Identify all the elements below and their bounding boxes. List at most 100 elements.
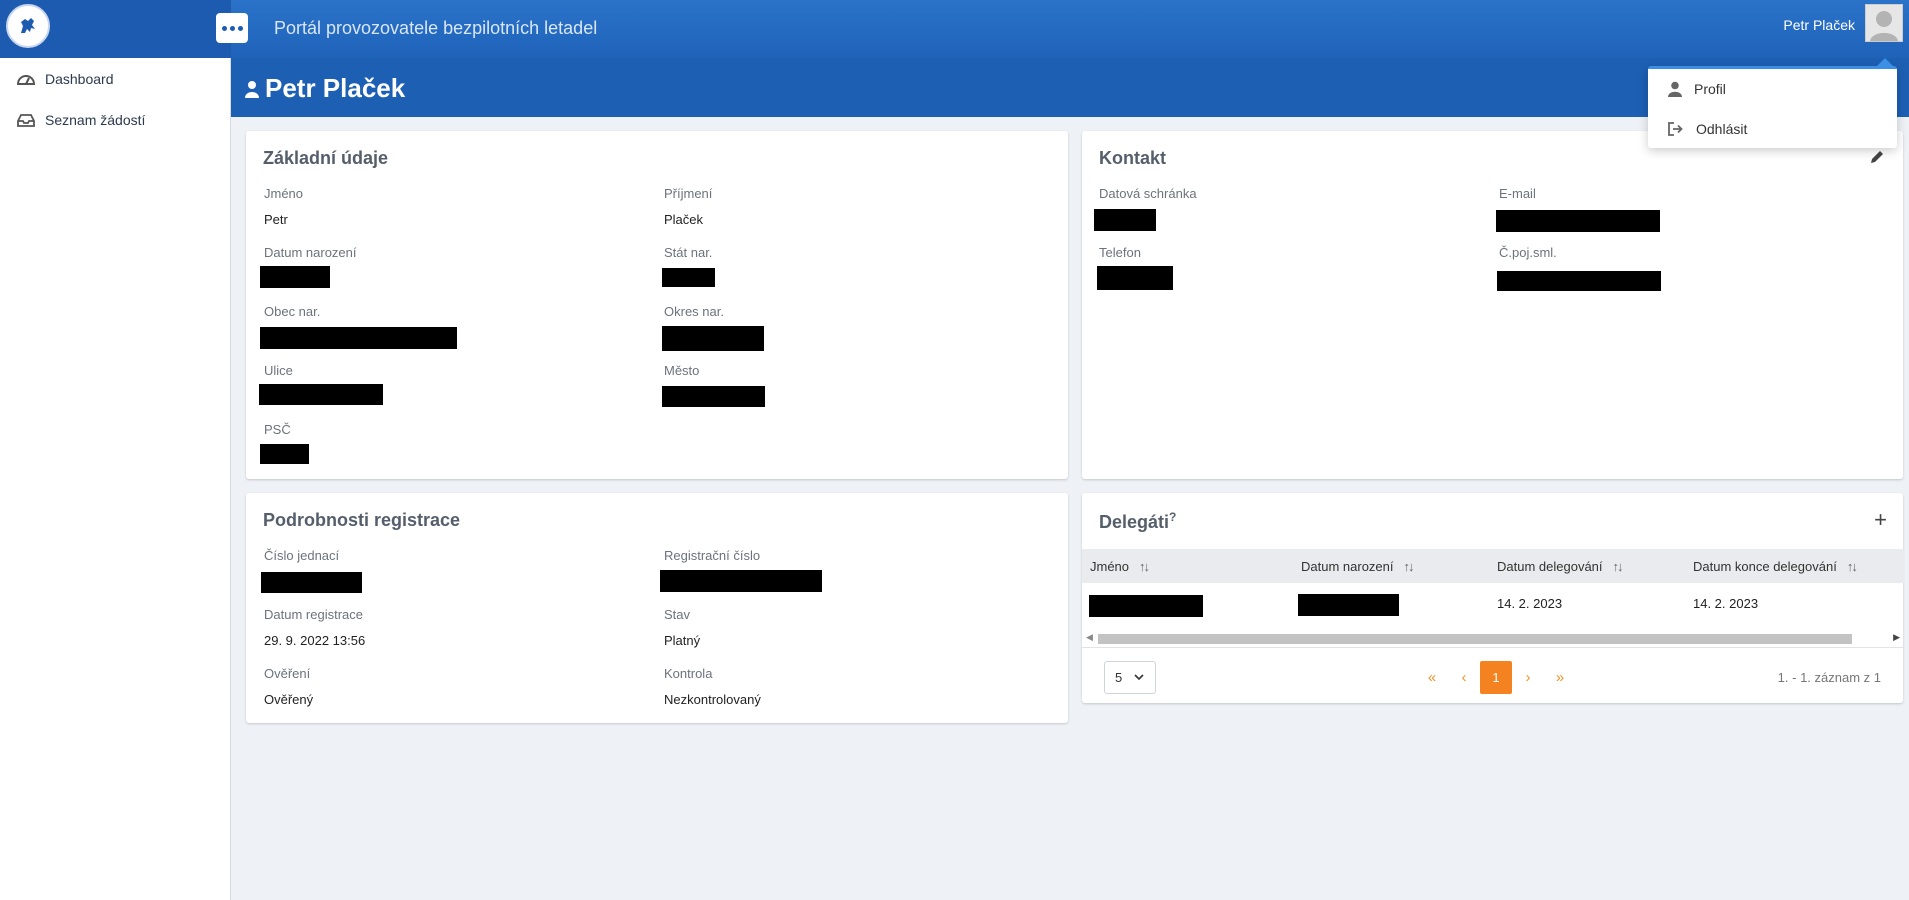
card-title: Podrobnosti registrace [263,510,461,530]
next-page-icon[interactable]: › [1512,661,1544,694]
datum-registrace-value: 29. 9. 2022 13:56 [264,633,366,648]
redacted-value [1094,209,1156,231]
dot-icon [229,25,235,31]
registration-card: Podrobnosti registrace Číslo jednací Reg… [246,493,1068,723]
redacted-value [660,570,822,592]
sidebar: Dashboard Seznam žádostí [0,58,231,900]
redacted-value [1298,594,1399,616]
cislo-jednaci-label: Číslo jednací [264,548,340,563]
obec-label: Obec nar. [264,304,321,319]
card-title: Základní údaje [263,148,389,168]
sidebar-item-label: Dashboard [45,70,114,87]
pagination: « ‹ 1 › » [1416,661,1576,694]
stav-value: Platný [664,633,701,648]
column-header-jmeno[interactable]: Jméno ↑↓ [1090,559,1150,574]
avatar[interactable] [1865,4,1903,42]
pager-info: 1. - 1. záznam z 1 [1777,670,1881,685]
sort-icon[interactable]: ↑↓ [1404,559,1415,574]
sort-icon[interactable]: ↑↓ [1613,559,1624,574]
more-menu-button[interactable] [216,13,248,43]
psc-label: PSČ [264,422,291,437]
ulice-label: Ulice [264,363,293,378]
user-icon [245,80,259,98]
card-title: Delegáti? [1099,510,1176,533]
user-name[interactable]: Petr Plaček [1783,17,1855,33]
sidebar-item-dashboard[interactable]: Dashboard [0,58,230,99]
help-icon[interactable]: ? [1169,510,1176,524]
page-button-current[interactable]: 1 [1480,661,1512,694]
redacted-value [261,572,362,593]
stav-label: Stav [664,607,691,622]
column-header-datum-delegovani[interactable]: Datum delegování ↑↓ [1497,559,1624,574]
redacted-value [259,384,383,405]
logo-area [0,0,231,58]
sort-icon[interactable]: ↑↓ [1139,559,1150,574]
redacted-value [260,327,457,349]
card-title-text: Delegáti [1099,512,1170,532]
card-title: Kontakt [1099,148,1166,168]
scroll-left-icon[interactable]: ◀ [1086,632,1093,643]
inbox-icon [17,113,35,127]
table-cell-datum-delegovani: 14. 2. 2023 [1497,596,1563,611]
redacted-value [662,326,764,351]
page-title-text: Petr Plaček [265,73,406,103]
menu-item-profil[interactable]: Profil [1668,81,1726,97]
scroll-right-icon[interactable]: ▶ [1893,632,1900,643]
app-logo[interactable] [6,4,50,48]
telefon-label: Telefon [1099,245,1141,260]
dot-icon [237,25,243,31]
redacted-value [260,266,330,288]
sidebar-item-label: Seznam žádostí [45,111,146,128]
column-header-datum-konce[interactable]: Datum konce delegování ↑↓ [1693,559,1858,574]
column-label: Datum delegování [1497,559,1603,574]
page-title: Petr Plaček [245,73,405,104]
lion-emblem-icon [21,18,35,33]
add-delegate-button[interactable]: + [1874,509,1887,531]
overeni-label: Ověření [264,666,311,681]
kontrola-value: Nezkontrolovaný [664,692,761,707]
menu-item-label: Profil [1694,81,1726,97]
last-page-icon[interactable]: » [1544,661,1576,694]
horizontal-scrollbar[interactable]: ◀ ▶ [1082,632,1904,644]
app-title: Portál provozovatele bezpilotních letade… [274,18,598,38]
user-silhouette-icon [1870,11,1898,41]
jmeno-label: Jméno [264,186,304,201]
kontrola-label: Kontrola [664,666,713,681]
first-page-icon[interactable]: « [1416,661,1448,694]
page-size-select[interactable]: 5 [1104,661,1156,694]
poj-label: Č.poj.sml. [1499,245,1557,260]
logout-icon [1668,122,1683,136]
table-header: Jméno ↑↓ Datum narození ↑↓ Datum delegov… [1082,549,1904,583]
redacted-value [662,386,765,407]
prev-page-icon[interactable]: ‹ [1448,661,1480,694]
chevron-down-icon [1134,674,1144,681]
divider [1082,647,1904,648]
delegates-card: Delegáti? + Jméno ↑↓ Datum narození ↑↓ D… [1082,493,1904,703]
datum-narozeni-label: Datum narození [264,245,357,260]
top-bar: Portál provozovatele bezpilotních letade… [0,0,1909,58]
user-icon [1668,81,1682,97]
menu-item-label: Odhlásit [1696,121,1748,137]
sort-icon[interactable]: ↑↓ [1847,559,1858,574]
column-label: Datum konce delegování [1693,559,1837,574]
menu-item-odhlasit[interactable]: Odhlásit [1668,121,1747,137]
redacted-value [1496,210,1660,232]
pencil-icon[interactable] [1869,149,1885,165]
scrollbar-thumb[interactable] [1098,634,1852,644]
column-label: Jméno [1090,559,1130,574]
registracni-cislo-label: Registrační číslo [664,548,761,563]
email-label: E-mail [1499,186,1536,201]
user-dropdown-menu: Profil Odhlásit [1648,58,1897,148]
speedometer-icon [17,74,35,85]
mesto-label: Město [664,363,700,378]
redacted-value [1089,595,1203,617]
page-size-value: 5 [1115,670,1123,685]
column-header-datum-narozeni[interactable]: Datum narození ↑↓ [1301,559,1415,574]
prijmeni-value: Plaček [664,212,704,227]
basic-info-card: Základní údaje Jméno Petr Příjmení Plače… [246,131,1068,479]
sidebar-item-seznam-zadosti[interactable]: Seznam žádostí [0,99,230,140]
redacted-value [260,444,309,464]
redacted-value [1497,271,1661,291]
okres-label: Okres nar. [664,304,724,319]
redacted-value [662,268,715,287]
